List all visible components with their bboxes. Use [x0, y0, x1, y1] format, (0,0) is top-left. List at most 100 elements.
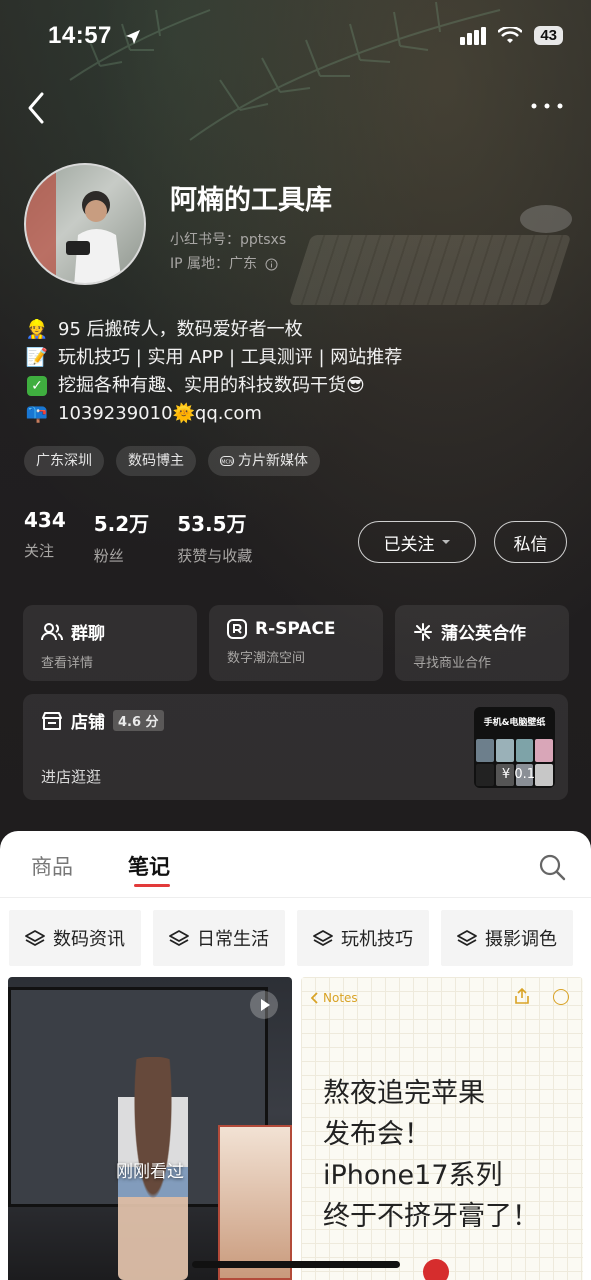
battery-indicator: 43 — [534, 26, 563, 45]
more-options-icon[interactable] — [529, 96, 565, 116]
more-circle-icon — [553, 989, 569, 1005]
dandelion-icon — [414, 622, 432, 641]
stat-label: 关注 — [24, 542, 55, 560]
avatar-image — [26, 165, 122, 283]
note-card[interactable]: Notes 熬夜追完苹果 发布会！ iPhone17系列 终于不挤牙膏了！ — [301, 977, 583, 1280]
note-card[interactable]: 刚刚看过 — [8, 977, 292, 1280]
card-title: 群聊 — [71, 624, 105, 644]
stat-value: 53.5万 — [177, 512, 247, 536]
card-subtitle: 查看详情 — [41, 656, 94, 671]
r-space-card[interactable]: R-SPACE 数字潮流空间 — [209, 605, 383, 681]
mailbox-icon: 📪 — [25, 403, 49, 424]
category-label: 日常生活 — [197, 929, 269, 950]
notes-app-label: Notes — [323, 991, 358, 1005]
location-arrow-icon — [126, 30, 140, 44]
thumbnail-price: ¥ 0.1 — [501, 767, 535, 782]
video-play-icon — [250, 991, 278, 1019]
stat-label: 粉丝 — [93, 547, 124, 565]
profile-stats: 434 关注 5.2万 粉丝 53.5万 获赞与收藏 — [24, 508, 252, 566]
shop-enter-link[interactable]: 进店逛逛 — [41, 766, 101, 787]
card-title: R-SPACE — [255, 619, 336, 639]
keyboard-decoration — [288, 235, 572, 305]
shop-card[interactable]: 店铺 4.6 分 进店逛逛 手机&电脑壁纸 ¥ 0.1 — [23, 694, 568, 800]
notes-grid: 刚刚看过 Notes 熬夜追完苹果 发布会！ iPhone17系列 终于不挤牙膏… — [8, 977, 583, 1280]
note-image-box — [218, 1125, 292, 1280]
mcn-icon: MCN — [220, 456, 234, 466]
tab-notes[interactable]: 笔记 — [128, 851, 170, 881]
bio-text: 95 后搬砖人，数码爱好者一枚 — [58, 319, 303, 340]
tag-category[interactable]: 数码博主 — [116, 446, 196, 476]
profile-tags: 广东深圳 数码博主 MCN 方片新媒体 — [24, 446, 320, 476]
stat-likes[interactable]: 53.5万 获赞与收藏 — [177, 508, 252, 566]
category-photo-grading[interactable]: 摄影调色 — [441, 910, 573, 966]
avatar[interactable] — [24, 163, 146, 285]
bio-line: 📪 1039239010🌞qq.com — [24, 400, 402, 428]
bio-text: 挖掘各种有趣、实用的科技数码干货😎 — [58, 375, 365, 396]
layers-icon — [313, 930, 333, 946]
share-icon — [515, 987, 529, 1004]
tag-label: 广东深圳 — [36, 453, 92, 469]
card-subtitle: 寻找商业合作 — [413, 656, 492, 671]
bio-line: 👷 95 后搬砖人，数码爱好者一枚 — [24, 316, 402, 344]
stat-label: 获赞与收藏 — [177, 547, 253, 565]
wifi-icon — [498, 26, 523, 43]
red-id: 小红书号：pptsxs — [170, 232, 287, 248]
layers-icon — [25, 930, 45, 946]
shop-rating: 4.6 分 — [113, 710, 164, 731]
follow-button[interactable]: 已关注 — [358, 521, 476, 563]
layers-icon — [169, 930, 189, 946]
info-icon[interactable] — [265, 258, 278, 271]
recently-viewed-label: 刚刚看过 — [116, 1162, 184, 1182]
bio-line: ✓ 挖掘各种有趣、实用的科技数码干货😎 — [24, 372, 402, 400]
feature-cards: 群聊 查看详情 R-SPACE 数字潮流空间 蒲公英合作 寻找商业合作 — [23, 605, 569, 681]
card-subtitle: 数字潮流空间 — [227, 651, 306, 666]
profile-name: 阿楠的工具库 — [170, 185, 332, 216]
shop-icon — [42, 711, 62, 730]
bio-line: 📝 玩机技巧 | 实用 APP | 工具测评 | 网站推荐 — [24, 344, 403, 372]
category-phone-tips[interactable]: 玩机技巧 — [297, 910, 429, 966]
stat-value: 5.2万 — [93, 512, 150, 536]
category-label: 玩机技巧 — [341, 929, 413, 950]
tag-label: 数码博主 — [128, 453, 184, 469]
people-icon — [41, 622, 63, 640]
content-panel: 商品 笔记 数码资讯 日常生活 玩机技巧 摄影调色 刚刚看过 Notes 熬夜追… — [0, 831, 591, 1280]
thumbnail-title: 手机&电脑壁纸 — [483, 718, 546, 728]
svg-text:MCN: MCN — [221, 460, 233, 466]
layers-icon — [457, 930, 477, 946]
tag-mcn[interactable]: MCN 方片新媒体 — [208, 446, 320, 476]
category-label: 摄影调色 — [485, 929, 557, 950]
ip-location: IP 属地：广东 — [170, 256, 258, 272]
message-button[interactable]: 私信 — [494, 521, 567, 563]
tag-location[interactable]: 广东深圳 — [24, 446, 104, 476]
card-title: 蒲公英合作 — [441, 624, 526, 644]
stat-value: 434 — [24, 508, 66, 532]
search-icon[interactable] — [538, 853, 566, 881]
follow-button-label: 已关注 — [383, 534, 435, 555]
bio-text: 1039239010🌞qq.com — [58, 403, 262, 424]
memo-icon: 📝 — [25, 347, 49, 368]
chevron-left-icon — [311, 992, 318, 1004]
tag-label: 方片新媒体 — [238, 453, 308, 469]
category-digital-news[interactable]: 数码资讯 — [9, 910, 141, 966]
profile-sub-info: 小红书号：pptsxs IP 属地：广东 — [170, 228, 286, 276]
shop-title: 店铺 — [71, 713, 105, 733]
tab-divider — [0, 897, 591, 898]
construction-worker-icon: 👷 — [25, 319, 49, 340]
mouse-decoration — [520, 205, 572, 233]
apple-icon — [423, 1259, 449, 1280]
back-button[interactable] — [22, 88, 54, 128]
category-daily-life[interactable]: 日常生活 — [153, 910, 285, 966]
r-space-icon — [227, 619, 247, 639]
home-indicator — [192, 1261, 400, 1268]
dandelion-card[interactable]: 蒲公英合作 寻找商业合作 — [395, 605, 569, 681]
note-cover-text: 熬夜追完苹果 发布会！ iPhone17系列 终于不挤牙膏了！ — [323, 1078, 539, 1232]
stat-following[interactable]: 434 关注 — [24, 508, 66, 566]
bio-text: 玩机技巧 | 实用 APP | 工具测评 | 网站推荐 — [58, 347, 403, 368]
check-mark-icon: ✓ — [27, 376, 47, 396]
shop-product-thumbnail[interactable]: 手机&电脑壁纸 ¥ 0.1 — [474, 707, 555, 788]
group-chat-card[interactable]: 群聊 查看详情 — [23, 605, 197, 681]
tab-goods[interactable]: 商品 — [31, 851, 73, 881]
stat-followers[interactable]: 5.2万 粉丝 — [94, 508, 149, 566]
category-label: 数码资讯 — [53, 929, 125, 950]
active-tab-indicator — [134, 884, 170, 887]
